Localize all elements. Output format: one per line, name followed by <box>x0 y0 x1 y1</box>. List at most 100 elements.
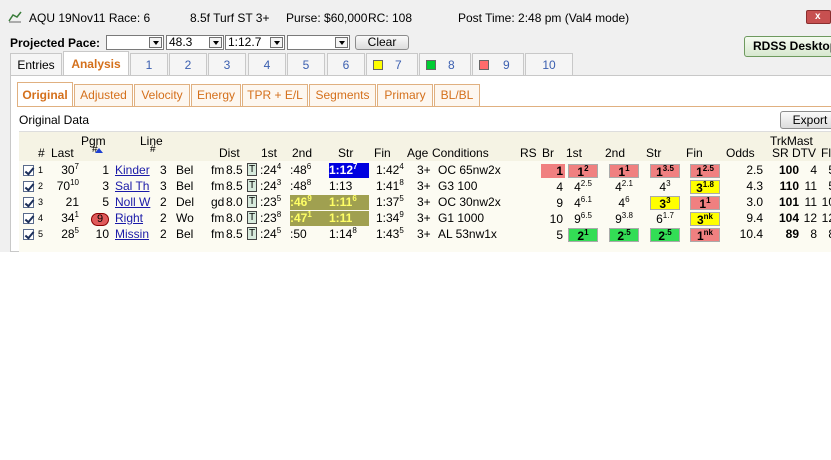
chevron-down-icon[interactable] <box>209 37 222 48</box>
fraction-1st: :243 <box>260 179 281 194</box>
tab-analysis[interactable]: Analysis <box>63 51 129 75</box>
horse-name-link[interactable]: Right <box>115 211 155 226</box>
rdss-desktop-button[interactable]: RDSS Desktop <box>744 36 831 57</box>
tab-horse-5[interactable]: 5 <box>287 53 325 75</box>
fraction-1st: :235 <box>260 195 281 210</box>
tab-horse-8[interactable]: 8 <box>419 53 471 75</box>
col-2nd[interactable]: 2nd <box>292 146 312 160</box>
col-bstr[interactable]: Str <box>646 146 661 160</box>
pace-select-2[interactable]: 48.3 <box>166 35 224 50</box>
field-size-text: 12 <box>821 211 831 225</box>
tab-horse-6[interactable]: 6 <box>327 53 365 75</box>
col-fin[interactable]: Fin <box>374 146 391 160</box>
subtab-energy[interactable]: Energy <box>191 84 241 106</box>
table-row[interactable]: 5 285 10 Missin 2 Bel fm 8.5 T:245:50 1:148 1:435 3… <box>19 227 831 243</box>
col-last[interactable]: Last <box>51 146 74 160</box>
horse-name-link[interactable]: Noll W <box>115 195 155 210</box>
fraction-stretch-text: 1:11 <box>329 211 353 225</box>
race-title: AQU 19Nov11 Race: 6 <box>29 11 151 25</box>
col-b1st[interactable]: 1st <box>566 146 582 160</box>
subtab-segments[interactable]: Segments <box>309 84 376 106</box>
row-checkbox[interactable] <box>23 181 34 192</box>
subtab-original[interactable]: Original <box>17 82 73 106</box>
row-checkbox[interactable] <box>23 229 34 240</box>
tab-horse-4[interactable]: 4 <box>248 53 286 75</box>
yellow-swatch-icon <box>373 60 383 70</box>
final-time-sup: 4 <box>399 162 404 171</box>
subtab-primary[interactable]: Primary <box>377 84 433 106</box>
col-str[interactable]: Str <box>338 146 353 160</box>
tab-horse-9[interactable]: 9 <box>472 53 524 75</box>
col-b2nd[interactable]: 2nd <box>605 146 625 160</box>
col-num[interactable]: # <box>38 146 45 160</box>
col-conditions[interactable]: Conditions <box>432 146 489 160</box>
horse-name-link[interactable]: Sal Th <box>115 179 155 194</box>
tab-horse-10[interactable]: 10 <box>525 53 573 75</box>
col-age[interactable]: Age <box>407 146 428 160</box>
call-finish: 3nk <box>690 212 720 227</box>
col-br[interactable]: Br <box>542 146 554 160</box>
chevron-down-icon[interactable] <box>149 37 162 48</box>
turf-icon: T <box>247 163 257 176</box>
odds: 2.5 <box>724 163 763 178</box>
pace-select-4[interactable] <box>287 35 350 50</box>
pgm-number: 10 <box>79 227 109 242</box>
col-fld[interactable]: Fld <box>821 146 831 160</box>
tab-entries[interactable]: Entries <box>10 53 62 75</box>
table-row[interactable]: 1 307 1 Kinder 3 Bel fm 8.5 T:244:486 1:127 1:424 3… <box>19 163 831 179</box>
row-number-text: 5 <box>38 229 44 239</box>
table-row[interactable]: 4 341 9 Right 2 Wo fm 8.0 T:238:471 1:11 1:349 3+ G1… <box>19 211 831 227</box>
col-dist[interactable]: Dist <box>219 146 240 160</box>
call-stretch: 13.5 <box>650 164 680 179</box>
final-time-text: 1:41 <box>376 179 400 193</box>
age-restriction: 3+ <box>417 179 431 194</box>
tab-horse-7[interactable]: 7 <box>366 53 418 75</box>
chevron-down-icon[interactable] <box>335 37 348 48</box>
col-dtv[interactable]: DTV <box>792 146 816 160</box>
pace-select-3[interactable]: 1:12.7 <box>225 35 285 50</box>
last-days-text: 34 <box>61 211 75 225</box>
tab-divider <box>17 106 831 107</box>
col-1st[interactable]: 1st <box>261 146 277 160</box>
tab-horse-1[interactable]: 1 <box>130 53 168 75</box>
break-position-text: 9 <box>556 196 563 210</box>
subtab-velocity[interactable]: Velocity <box>134 84 190 106</box>
export-button[interactable]: Export <box>780 111 831 129</box>
section-label: Original Data <box>19 113 90 127</box>
subtab-tpr-el[interactable]: TPR + E/L <box>242 84 308 106</box>
table-row[interactable]: 3 21 5 Noll W 2 Del gd 8.0 T:235:469 1:116 1:375 3+… <box>19 195 831 211</box>
fraction-1st-text: :24 <box>260 163 277 177</box>
clear-button[interactable]: Clear <box>355 35 409 50</box>
tab-horse-2[interactable]: 2 <box>169 53 207 75</box>
field-size: 8 <box>817 227 831 242</box>
row-checkbox[interactable] <box>23 165 34 176</box>
fraction-stretch: 1:116 <box>329 195 369 210</box>
close-button[interactable]: x <box>806 10 831 24</box>
col-odds[interactable]: Odds <box>726 146 755 160</box>
chevron-down-icon[interactable] <box>270 37 283 48</box>
subtab-adjusted[interactable]: Adjusted <box>74 84 133 106</box>
horse-name-link[interactable]: Kinder <box>115 163 155 178</box>
call-1st-text: 9 <box>574 212 581 226</box>
pace-select-1[interactable] <box>106 35 164 50</box>
col-bfin[interactable]: Fin <box>686 146 703 160</box>
col-sr[interactable]: SR <box>772 146 789 160</box>
horse-name-link[interactable]: Missin <box>115 227 155 242</box>
call-stretch-sup: 3.5 <box>662 164 674 173</box>
col-rs[interactable]: RS <box>520 146 537 160</box>
row-number-text: 3 <box>38 197 44 207</box>
distance: 8.5 <box>226 227 243 242</box>
final-time-sup: 9 <box>399 210 404 219</box>
track-condition-text: fm <box>211 179 225 193</box>
tab-horse-3[interactable]: 3 <box>208 53 246 75</box>
row-checkbox[interactable] <box>23 197 34 208</box>
subtab-bl-bl[interactable]: BL/BL <box>434 84 480 106</box>
row-checkbox[interactable] <box>23 213 34 224</box>
pgm-number: 3 <box>79 179 109 194</box>
final-time-sup: 5 <box>399 226 404 235</box>
handicapping-window: AQU 19Nov11 Race: 6 8.5f Turf ST 3+ Purs… <box>0 0 831 252</box>
race-purse: Purse: $60,000 <box>286 11 368 25</box>
break-position-text: 10 <box>549 212 563 226</box>
table-row[interactable]: 2 7010 3 Sal Th 3 Bel fm 8.5 T:243:488 1:13 1:418 3… <box>19 179 831 195</box>
call-2nd: 46 <box>609 196 639 211</box>
